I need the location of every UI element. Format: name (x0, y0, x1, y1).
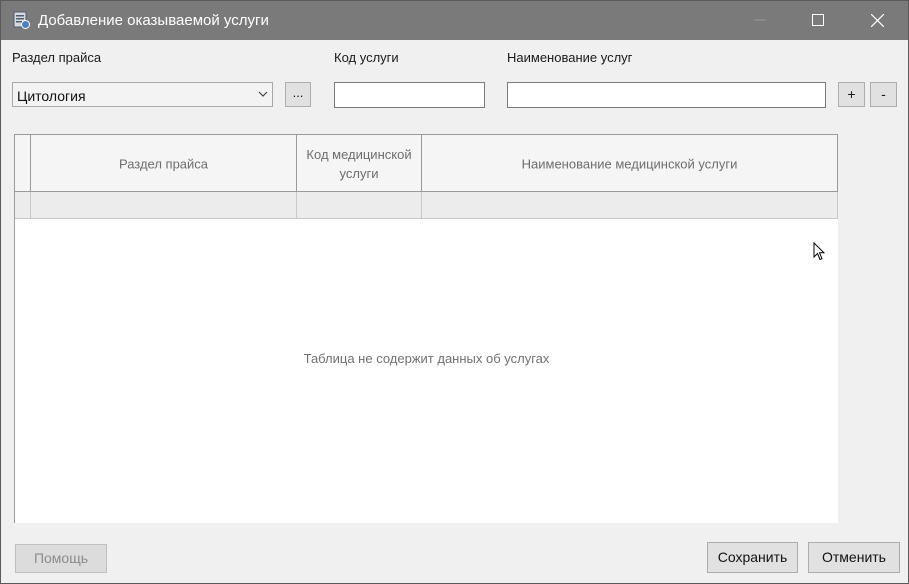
add-filter-button[interactable]: + (838, 82, 865, 107)
close-button[interactable] (854, 1, 900, 40)
service-name-label: Наименование услуг (507, 50, 633, 65)
empty-table-message: Таблица не содержит данных об услугах (303, 351, 550, 366)
column-header-price-section[interactable]: Раздел прайса (31, 135, 297, 192)
maximize-icon (812, 14, 824, 26)
cancel-button[interactable]: Отменить (808, 542, 900, 573)
column-header-label: Код медицинской услуги (306, 146, 412, 181)
column-header-service-code[interactable]: Код медицинской услуги (297, 135, 422, 192)
save-button[interactable]: Сохранить (707, 542, 798, 573)
price-section-label: Раздел прайса (12, 50, 102, 65)
window-title: Добавление оказываемой услуги (38, 12, 269, 29)
close-icon (871, 14, 884, 27)
app-icon (11, 10, 31, 30)
browse-button[interactable]: ... (285, 82, 311, 107)
title-bar[interactable]: Добавление оказываемой услуги (1, 1, 908, 40)
mouse-pointer-icon (813, 242, 825, 261)
filter-cell-service-name[interactable] (422, 192, 838, 218)
price-section-select[interactable]: Цитология (12, 82, 273, 107)
column-header-label: Наименование медицинской услуги (521, 156, 738, 171)
service-code-input[interactable] (334, 82, 485, 108)
service-code-label: Код услуги (334, 50, 399, 65)
filter-row-indicator (15, 192, 31, 218)
table-filter-row (15, 192, 838, 219)
filter-cell-price-section[interactable] (31, 192, 297, 218)
minimize-icon (754, 19, 766, 21)
filter-cell-service-code[interactable] (297, 192, 422, 218)
dialog-window: Добавление оказываемой услуги Раздел пра… (0, 0, 909, 584)
chevron-down-icon (258, 91, 268, 97)
row-indicator-header (15, 135, 31, 192)
maximize-button[interactable] (795, 1, 841, 40)
minimize-button[interactable] (737, 1, 783, 40)
price-section-value: Цитология (17, 88, 86, 104)
remove-filter-button[interactable]: - (870, 82, 897, 107)
column-header-service-name[interactable]: Наименование медицинской услуги (422, 135, 838, 192)
help-button[interactable]: Помощь (15, 544, 107, 573)
table-header: Раздел прайса Код медицинской услуги Наи… (15, 134, 838, 192)
services-table[interactable]: Раздел прайса Код медицинской услуги Наи… (14, 134, 838, 523)
column-header-label: Раздел прайса (118, 156, 209, 171)
service-name-input[interactable] (507, 82, 826, 108)
